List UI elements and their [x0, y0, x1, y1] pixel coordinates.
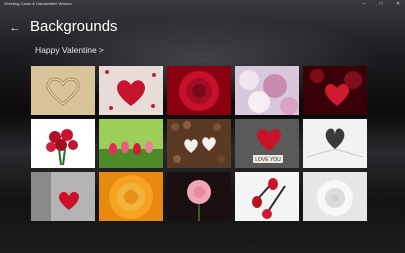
page-title: Backgrounds [30, 18, 118, 35]
category-link[interactable]: Happy Valentine > [35, 45, 104, 56]
category-label: Happy Valentine [35, 45, 97, 55]
background-tile-6[interactable] [31, 119, 95, 168]
title-bar: Greeting Cards & Handwritten Wishes – □ … [0, 0, 405, 8]
back-arrow-icon[interactable]: ← [9, 22, 21, 34]
background-tile-2[interactable] [99, 66, 163, 115]
background-tile-13[interactable] [167, 172, 231, 221]
close-icon[interactable]: ✕ [391, 0, 405, 8]
background-tile-5[interactable] [303, 66, 367, 115]
app-title: Greeting Cards & Handwritten Wishes [4, 1, 72, 6]
love-you-tag: LOVE YOU [255, 157, 281, 163]
background-tile-1[interactable] [31, 66, 95, 115]
background-tile-10[interactable] [303, 119, 367, 168]
background-tile-7[interactable] [99, 119, 163, 168]
background-tile-9[interactable]: LOVE YOU [235, 119, 299, 168]
background-tile-11[interactable] [31, 172, 95, 221]
background-tile-12[interactable] [99, 172, 163, 221]
maximize-icon[interactable]: □ [374, 0, 388, 8]
minimize-icon[interactable]: – [357, 0, 371, 8]
background-tile-4[interactable] [235, 66, 299, 115]
background-grid: LOVE YOU [31, 66, 367, 253]
chevron-right-icon: > [98, 45, 104, 55]
background-tile-14[interactable] [235, 172, 299, 221]
background-tile-3[interactable] [167, 66, 231, 115]
background-tile-8[interactable] [167, 119, 231, 168]
background-tile-15[interactable] [303, 172, 367, 221]
